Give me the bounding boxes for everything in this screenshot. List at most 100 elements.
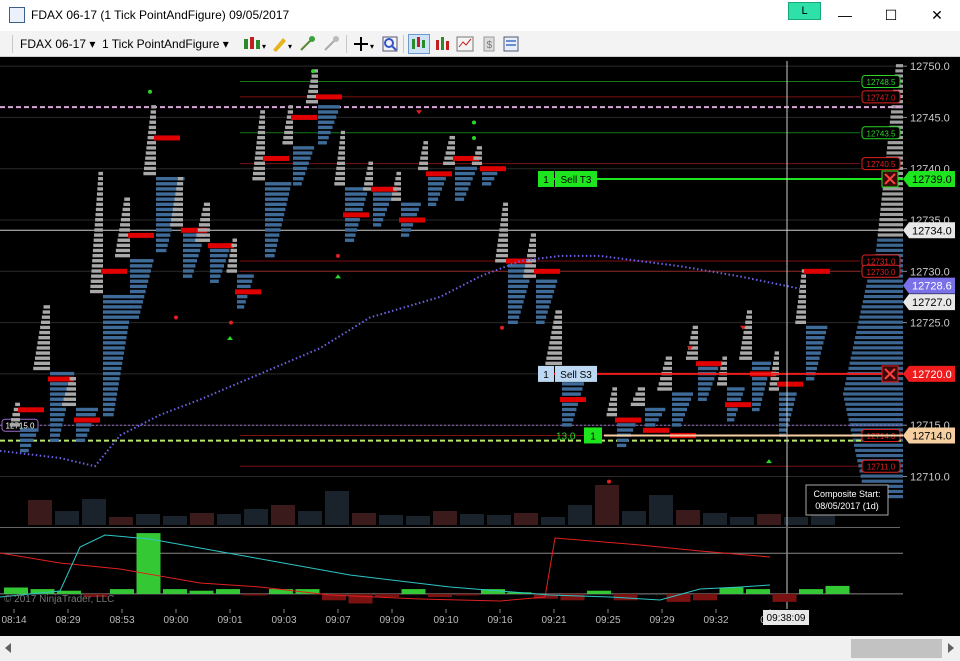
profile-row: [210, 259, 226, 263]
maximize-button[interactable]: ☐: [868, 0, 914, 31]
profile-row: [806, 335, 825, 340]
scrollbar-thumb[interactable]: [851, 639, 942, 658]
poc-marker: [804, 268, 830, 274]
profile-row: [545, 361, 562, 366]
profile-row: [473, 156, 482, 160]
profile-row: [800, 279, 806, 283]
profile-row: [230, 248, 237, 253]
profile-row: [610, 397, 617, 401]
bars-icon[interactable]: [434, 35, 452, 53]
time-tick-label: 09:21: [541, 615, 566, 626]
bar-type-selector[interactable]: 1 Tick PointAndFigure ▾: [102, 37, 229, 51]
poc-marker: [291, 114, 317, 120]
profile-row: [156, 238, 169, 242]
profile-row: [657, 387, 672, 391]
profile-row: [611, 392, 617, 396]
green-dot-marker: [472, 120, 476, 125]
close-button[interactable]: ✕: [914, 0, 960, 31]
profile-row: [50, 412, 65, 417]
profile-row: [229, 253, 237, 258]
profile-row: [117, 238, 130, 242]
profile-row: [401, 202, 421, 207]
profile-row: [237, 279, 253, 283]
profile-row: [305, 100, 318, 104]
profile-row: [103, 402, 116, 407]
poc-marker: [560, 397, 586, 403]
time-tick-label: 09:16: [487, 615, 512, 626]
link-button[interactable]: L: [788, 2, 821, 20]
profile-row: [103, 387, 118, 391]
poc-marker: [643, 427, 669, 433]
scroll-right-icon[interactable]: [946, 642, 956, 654]
profile-row: [423, 141, 428, 145]
composite-profile-row: [862, 300, 903, 304]
volume-bar: [649, 495, 673, 525]
composite-profile-row: [880, 207, 903, 211]
profile-row: [293, 166, 308, 171]
profile-row: [40, 325, 50, 330]
poc-marker: [615, 417, 641, 423]
remove-marker-icon[interactable]: [322, 35, 340, 53]
bar-style-icon[interactable]: ▾: [242, 35, 266, 53]
profile-row: [401, 223, 414, 227]
chart-toolbar: FDAX 06-17 ▾ 1 Tick PointAndFigure ▾ ▾ ▾…: [0, 31, 960, 57]
profile-row: [633, 397, 645, 401]
profile-row: [76, 412, 96, 417]
crosshair-icon[interactable]: ▾: [352, 35, 376, 53]
profile-row: [76, 438, 86, 442]
order-label-text: Sell T3: [561, 175, 592, 186]
profile-row: [698, 382, 713, 386]
composite-profile-row: [847, 412, 903, 417]
level-tag-text: 12743.5: [867, 129, 896, 138]
chart-trader-icon[interactable]: [408, 34, 430, 54]
minimize-button[interactable]: —: [822, 0, 868, 31]
profile-row: [687, 351, 698, 355]
profile-row: [419, 161, 428, 165]
drawing-tools-icon[interactable]: ▾: [270, 35, 294, 53]
poc-marker: [343, 212, 369, 218]
profile-row: [536, 289, 555, 294]
scroll-left-icon[interactable]: [3, 642, 13, 654]
profile-row: [196, 233, 210, 237]
add-marker-icon[interactable]: [298, 35, 316, 53]
volume-bar: [784, 517, 808, 525]
composite-profile-row: [843, 392, 903, 396]
profile-row: [50, 423, 63, 427]
time-tick-label: 09:09: [379, 615, 404, 626]
profile-row: [253, 171, 265, 176]
profile-row: [103, 371, 121, 376]
profile-row: [806, 325, 828, 330]
price-chart[interactable]: 12748.512747.012743.512740.512731.012730…: [0, 57, 960, 636]
level-tag-text: 12740.5: [867, 160, 896, 169]
profile-row: [288, 105, 293, 109]
volume-bar: [298, 511, 322, 525]
instrument-selector[interactable]: FDAX 06-17 ▾: [20, 37, 95, 51]
composite-profile-row: [852, 346, 903, 350]
profile-row: [183, 259, 197, 263]
green-dot-marker: [472, 135, 476, 140]
time-tick-label: 09:25: [595, 615, 620, 626]
profile-row: [130, 305, 142, 309]
indicator-histogram-bar: [587, 590, 611, 594]
composite-profile-row: [846, 407, 903, 411]
properties-icon[interactable]: [502, 35, 520, 53]
profile-row: [103, 377, 120, 381]
profile-row: [607, 407, 617, 412]
profile-row: [210, 279, 219, 283]
profile-row: [173, 202, 183, 207]
horizontal-scrollbar[interactable]: [0, 636, 960, 661]
profile-row: [806, 377, 815, 381]
profile-row: [334, 176, 345, 181]
zoom-icon[interactable]: [381, 35, 399, 53]
svg-text:▾: ▾: [262, 42, 266, 51]
profile-row: [92, 253, 103, 258]
profile-row: [265, 207, 286, 212]
composite-profile-row: [866, 284, 903, 288]
profile-row: [645, 407, 666, 412]
strategies-icon[interactable]: $: [480, 35, 498, 53]
volume-bar: [541, 517, 565, 525]
profile-row: [501, 212, 508, 217]
indicators-icon[interactable]: [456, 35, 474, 53]
profile-row: [455, 187, 469, 191]
profile-row: [395, 176, 401, 181]
